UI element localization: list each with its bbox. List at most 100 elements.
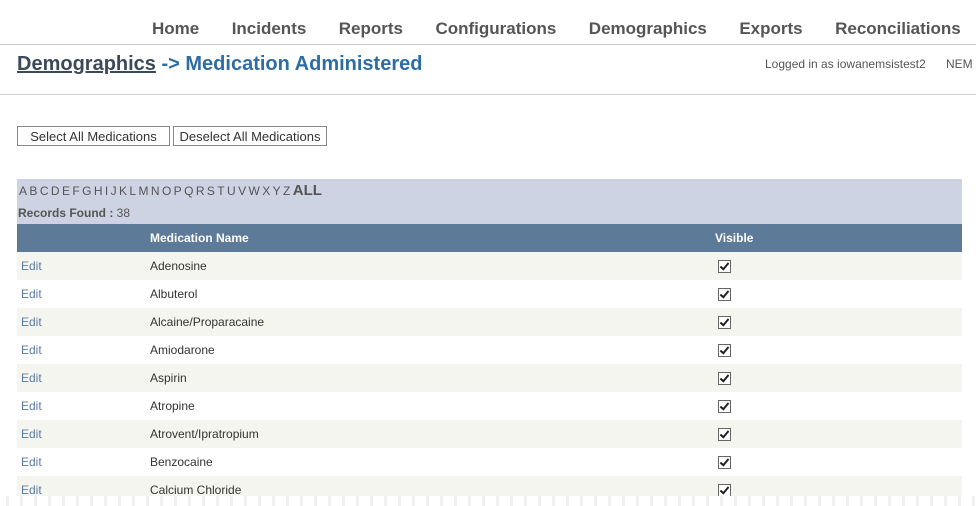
edit-link[interactable]: Edit bbox=[21, 427, 42, 441]
letter-filter-p[interactable]: P bbox=[174, 184, 182, 198]
records-found-count: 38 bbox=[116, 206, 131, 220]
letter-filter-k[interactable]: K bbox=[119, 184, 127, 198]
breadcrumb-demographics[interactable]: Demographics bbox=[17, 53, 156, 75]
table-row: Edit Alcaine/Proparacaine bbox=[17, 308, 962, 336]
visible-checkbox[interactable] bbox=[718, 372, 731, 386]
letter-filter-i[interactable]: I bbox=[105, 184, 108, 198]
edit-cell: Edit bbox=[17, 364, 150, 392]
letter-filter-m[interactable]: M bbox=[138, 184, 148, 198]
nav-demographics[interactable]: Demographics bbox=[589, 19, 707, 39]
letter-filter-h[interactable]: H bbox=[94, 184, 103, 198]
table-body: Edit Adenosine Edit Albuterol Edit Alcaine/Pr… bbox=[17, 252, 962, 504]
medication-name: Amiodarone bbox=[150, 336, 715, 364]
edit-cell: Edit bbox=[17, 392, 150, 420]
nav-menu: Home Incidents Reports Configurations De… bbox=[152, 19, 976, 39]
page-title: Demographics -> Medication Administered bbox=[17, 53, 422, 76]
edit-link[interactable]: Edit bbox=[21, 455, 42, 469]
column-header-edit bbox=[17, 224, 150, 252]
letter-filter-f[interactable]: F bbox=[72, 184, 79, 198]
page-heading: Medication Administered bbox=[185, 53, 423, 75]
medication-name: Albuterol bbox=[150, 280, 715, 308]
letter-filter-x[interactable]: X bbox=[262, 184, 270, 198]
medication-name: Atropine bbox=[150, 392, 715, 420]
filter-bar: A B C D E F G H I J K L M N O P Q R S T U V W X Y Z ALL Records Fo… bbox=[17, 179, 962, 224]
column-header-visible[interactable]: Visible bbox=[715, 224, 962, 252]
medication-name: Adenosine bbox=[150, 252, 715, 280]
edit-link[interactable]: Edit bbox=[21, 259, 42, 273]
edit-link[interactable]: Edit bbox=[21, 371, 42, 385]
letter-filter-j[interactable]: J bbox=[111, 184, 117, 198]
letter-filter-l[interactable]: L bbox=[129, 184, 136, 198]
records-found: Records Found : 38 bbox=[18, 206, 130, 220]
table-row: Edit Amiodarone bbox=[17, 336, 962, 364]
edit-link[interactable]: Edit bbox=[21, 287, 42, 301]
edit-cell: Edit bbox=[17, 336, 150, 364]
table-row: Edit Atropine bbox=[17, 392, 962, 420]
letter-filter-r[interactable]: R bbox=[196, 184, 205, 198]
column-header-medication-name[interactable]: Medication Name bbox=[150, 224, 715, 252]
edit-link[interactable]: Edit bbox=[21, 483, 42, 497]
letter-filter-z[interactable]: Z bbox=[283, 184, 290, 198]
nav-reports[interactable]: Reports bbox=[339, 19, 403, 39]
action-buttons: Select All Medications Deselect All Medic… bbox=[17, 126, 327, 146]
letter-filter-e[interactable]: E bbox=[62, 184, 70, 198]
table-row: Edit Aspirin bbox=[17, 364, 962, 392]
letter-filter-g[interactable]: G bbox=[82, 184, 91, 198]
visible-checkbox[interactable] bbox=[718, 316, 731, 330]
letter-filter-o[interactable]: O bbox=[162, 184, 171, 198]
letter-filter-s[interactable]: S bbox=[207, 184, 215, 198]
visible-cell bbox=[715, 280, 962, 308]
letter-filter-v[interactable]: V bbox=[238, 184, 246, 198]
edit-link[interactable]: Edit bbox=[21, 343, 42, 357]
visible-checkbox[interactable] bbox=[718, 288, 731, 302]
visible-checkbox[interactable] bbox=[718, 428, 731, 442]
visible-cell bbox=[715, 364, 962, 392]
nav-home[interactable]: Home bbox=[152, 19, 199, 39]
letter-filter-a[interactable]: A bbox=[19, 184, 27, 198]
medication-name: Alcaine/Proparacaine bbox=[150, 308, 715, 336]
breadcrumb-arrow: -> bbox=[155, 53, 186, 75]
top-navigation: Home Incidents Reports Configurations De… bbox=[0, 0, 976, 45]
nav-reconciliations[interactable]: Reconciliations bbox=[835, 19, 961, 39]
medication-name: Atrovent/Ipratropium bbox=[150, 420, 715, 448]
medication-table: Medication Name Visible Edit Adenosine Edi… bbox=[17, 224, 962, 504]
select-all-medications-button[interactable]: Select All Medications bbox=[17, 126, 170, 146]
nav-exports[interactable]: Exports bbox=[739, 19, 802, 39]
visible-checkbox[interactable] bbox=[718, 456, 731, 470]
edit-cell: Edit bbox=[17, 280, 150, 308]
edit-link[interactable]: Edit bbox=[21, 399, 42, 413]
table-row: Edit Benzocaine bbox=[17, 448, 962, 476]
letter-filter-t[interactable]: T bbox=[217, 184, 224, 198]
visible-checkbox[interactable] bbox=[718, 400, 731, 414]
edit-link[interactable]: Edit bbox=[21, 315, 42, 329]
table-row: Edit Atrovent/Ipratropium bbox=[17, 420, 962, 448]
visible-cell bbox=[715, 336, 962, 364]
nav-incidents[interactable]: Incidents bbox=[232, 19, 307, 39]
letter-filter-b[interactable]: B bbox=[29, 184, 37, 198]
table-row: Edit Adenosine bbox=[17, 252, 962, 280]
edit-cell: Edit bbox=[17, 308, 150, 336]
letter-filter-d[interactable]: D bbox=[51, 184, 60, 198]
medication-name: Benzocaine bbox=[150, 448, 715, 476]
login-info: Logged in as iowanemsistest2 bbox=[765, 57, 926, 71]
table-header-row: Medication Name Visible bbox=[17, 224, 962, 252]
letter-filter-y[interactable]: Y bbox=[273, 184, 281, 198]
visible-checkbox[interactable] bbox=[718, 260, 731, 274]
alphabet-filter: A B C D E F G H I J K L M N O P Q R S T U V W X Y Z ALL bbox=[19, 182, 324, 199]
table-row: Edit Albuterol bbox=[17, 280, 962, 308]
visible-cell bbox=[715, 420, 962, 448]
torn-edge bbox=[0, 496, 976, 506]
letter-filter-w[interactable]: W bbox=[248, 184, 259, 198]
visible-cell bbox=[715, 308, 962, 336]
visible-cell bbox=[715, 392, 962, 420]
visible-checkbox[interactable] bbox=[718, 344, 731, 358]
deselect-all-medications-button[interactable]: Deselect All Medications bbox=[173, 126, 327, 146]
letter-filter-n[interactable]: N bbox=[151, 184, 160, 198]
letter-filter-all[interactable]: ALL bbox=[293, 182, 322, 199]
nav-configurations[interactable]: Configurations bbox=[435, 19, 556, 39]
letter-filter-q[interactable]: Q bbox=[184, 184, 193, 198]
edit-cell: Edit bbox=[17, 420, 150, 448]
visible-cell bbox=[715, 448, 962, 476]
letter-filter-c[interactable]: C bbox=[40, 184, 49, 198]
letter-filter-u[interactable]: U bbox=[227, 184, 236, 198]
